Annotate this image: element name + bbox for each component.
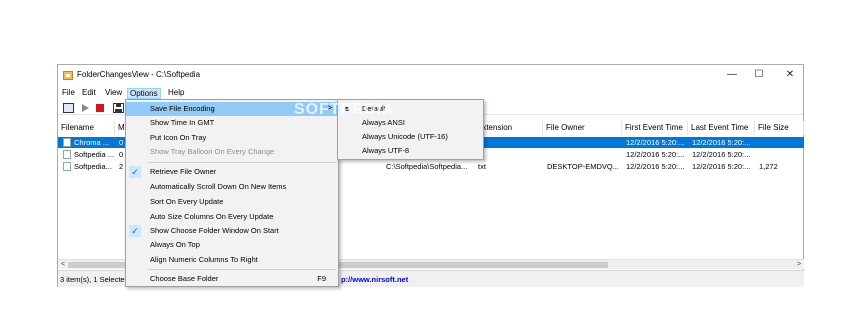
- minimize-button[interactable]: —: [723, 68, 741, 82]
- menu-item-label: Auto Size Columns On Every Update: [150, 212, 274, 221]
- cell-filename: Softpedia...: [74, 162, 112, 171]
- menu-item-label: Save File Encoding: [150, 104, 215, 113]
- menu-item-shortcut: F9: [317, 274, 326, 283]
- menu-separator: [148, 269, 336, 270]
- maximize-button[interactable]: ☐: [750, 68, 768, 82]
- cell-extension: t: [478, 137, 538, 148]
- menu-item-always-on-top[interactable]: Always On Top: [126, 238, 338, 252]
- menu-edit[interactable]: Edit: [80, 88, 98, 99]
- checkmark-icon: ✓: [129, 225, 141, 237]
- menu-options[interactable]: Options: [127, 88, 161, 99]
- cell-filename: Chroma ...: [74, 138, 110, 147]
- cell-file-size: 1,272: [759, 162, 778, 171]
- menu-help[interactable]: Help: [166, 88, 186, 99]
- menu-item-put-icon-on-tray[interactable]: Put Icon On Tray: [126, 131, 338, 145]
- column-file-owner[interactable]: File Owner: [543, 121, 622, 135]
- menu-item-label: Always On Top: [150, 240, 200, 249]
- file-icon: [63, 138, 71, 147]
- window-title: FolderChangesView - C:\Softpedia: [77, 70, 201, 79]
- column-last-event-time[interactable]: Last Event Time: [688, 121, 755, 135]
- file-icon: [63, 150, 71, 159]
- cell-first-event: 12/2/2016 5:20:...: [626, 162, 685, 171]
- menu-item-label: Show Choose Folder Window On Start: [150, 226, 279, 235]
- cell-extension: t: [478, 149, 538, 160]
- menu-item-label: Sort On Every Update: [150, 197, 224, 206]
- app-icon: [63, 71, 73, 80]
- scroll-left-icon[interactable]: <: [58, 260, 68, 270]
- cell-last-event: 12/2/2016 5:20:...: [692, 162, 751, 171]
- menu-item-auto-size-columns[interactable]: Auto Size Columns On Every Update: [126, 210, 338, 224]
- menu-view[interactable]: View: [103, 88, 124, 99]
- submenu-item-label: Always Unicode (UTF-16): [362, 132, 448, 141]
- options-menu: Save File Encoding > Show Time In GMT Pu…: [125, 99, 339, 287]
- menu-item-label: Show Time In GMT: [150, 118, 215, 127]
- column-extension[interactable]: Extension: [474, 121, 543, 135]
- menu-item-label: Choose Base Folder: [150, 274, 219, 283]
- menu-bar: File Edit View Options Help: [58, 87, 803, 99]
- scroll-right-icon[interactable]: >: [794, 260, 804, 270]
- menu-item-choose-base-folder[interactable]: Choose Base Folder F9: [126, 272, 338, 286]
- menu-item-retrieve-file-owner[interactable]: ✓ Retrieve File Owner: [126, 165, 338, 179]
- cell-last-event: 12/2/2016 5:20:...: [692, 138, 751, 147]
- cell-last-event: 12/2/2016 5:20:...: [692, 150, 751, 159]
- properties-icon[interactable]: [63, 103, 74, 113]
- menu-item-auto-scroll[interactable]: Automatically Scroll Down On New Items: [126, 180, 338, 194]
- menu-item-label: Retrieve File Owner: [150, 167, 217, 176]
- play-icon[interactable]: [80, 103, 91, 113]
- menu-item-label: Align Numeric Columns To Right: [150, 255, 258, 264]
- checkmark-icon: ✓: [129, 166, 141, 178]
- softpedia-watermark: SOFTPEDIA: [294, 101, 395, 118]
- menu-item-label: Put Icon On Tray: [150, 133, 207, 142]
- menu-item-label: Automatically Scroll Down On New Items: [150, 182, 287, 191]
- submenu-item-label: Always UTF-8: [362, 146, 410, 155]
- cell-extension: txt: [478, 162, 486, 171]
- menu-item-show-tray-balloon[interactable]: Show Tray Balloon On Every Change: [126, 145, 338, 159]
- cell-file-owner: DESKTOP-EMDVQ...: [547, 162, 619, 171]
- menu-item-show-choose-folder[interactable]: ✓ Show Choose Folder Window On Start: [126, 224, 338, 238]
- column-filename[interactable]: Filename: [58, 121, 115, 135]
- stop-icon[interactable]: [95, 103, 106, 113]
- column-file-size[interactable]: File Size: [755, 121, 804, 135]
- status-text: 3 item(s), 1 Selected: [60, 275, 129, 284]
- save-icon[interactable]: [113, 103, 124, 113]
- nirsoft-link[interactable]: p://www.nirsoft.net: [341, 275, 408, 284]
- menu-file[interactable]: File: [60, 88, 77, 99]
- cell-filename: Softpedia ...: [74, 150, 115, 159]
- cell-full-path: C:\Softpedia\Softpedia...: [386, 162, 468, 171]
- menu-item-label: Show Tray Balloon On Every Change: [150, 147, 275, 156]
- cell-first-event: 12/2/2016 5:20:...: [626, 138, 685, 147]
- close-button[interactable]: ✕: [781, 68, 799, 82]
- title-bar[interactable]: FolderChangesView - C:\Softpedia — ☐ ✕: [58, 65, 803, 86]
- menu-item-sort-on-update[interactable]: Sort On Every Update: [126, 195, 338, 209]
- submenu-item-always-unicode[interactable]: Always Unicode (UTF-16): [338, 130, 483, 144]
- file-icon: [63, 162, 71, 171]
- menu-item-align-numeric[interactable]: Align Numeric Columns To Right: [126, 253, 338, 267]
- submenu-item-always-utf8[interactable]: Always UTF-8: [338, 144, 483, 158]
- menu-separator: [148, 162, 336, 163]
- column-first-event-time[interactable]: First Event Time: [622, 121, 688, 135]
- cell-first-event: 12/2/2016 5:20:...: [626, 150, 685, 159]
